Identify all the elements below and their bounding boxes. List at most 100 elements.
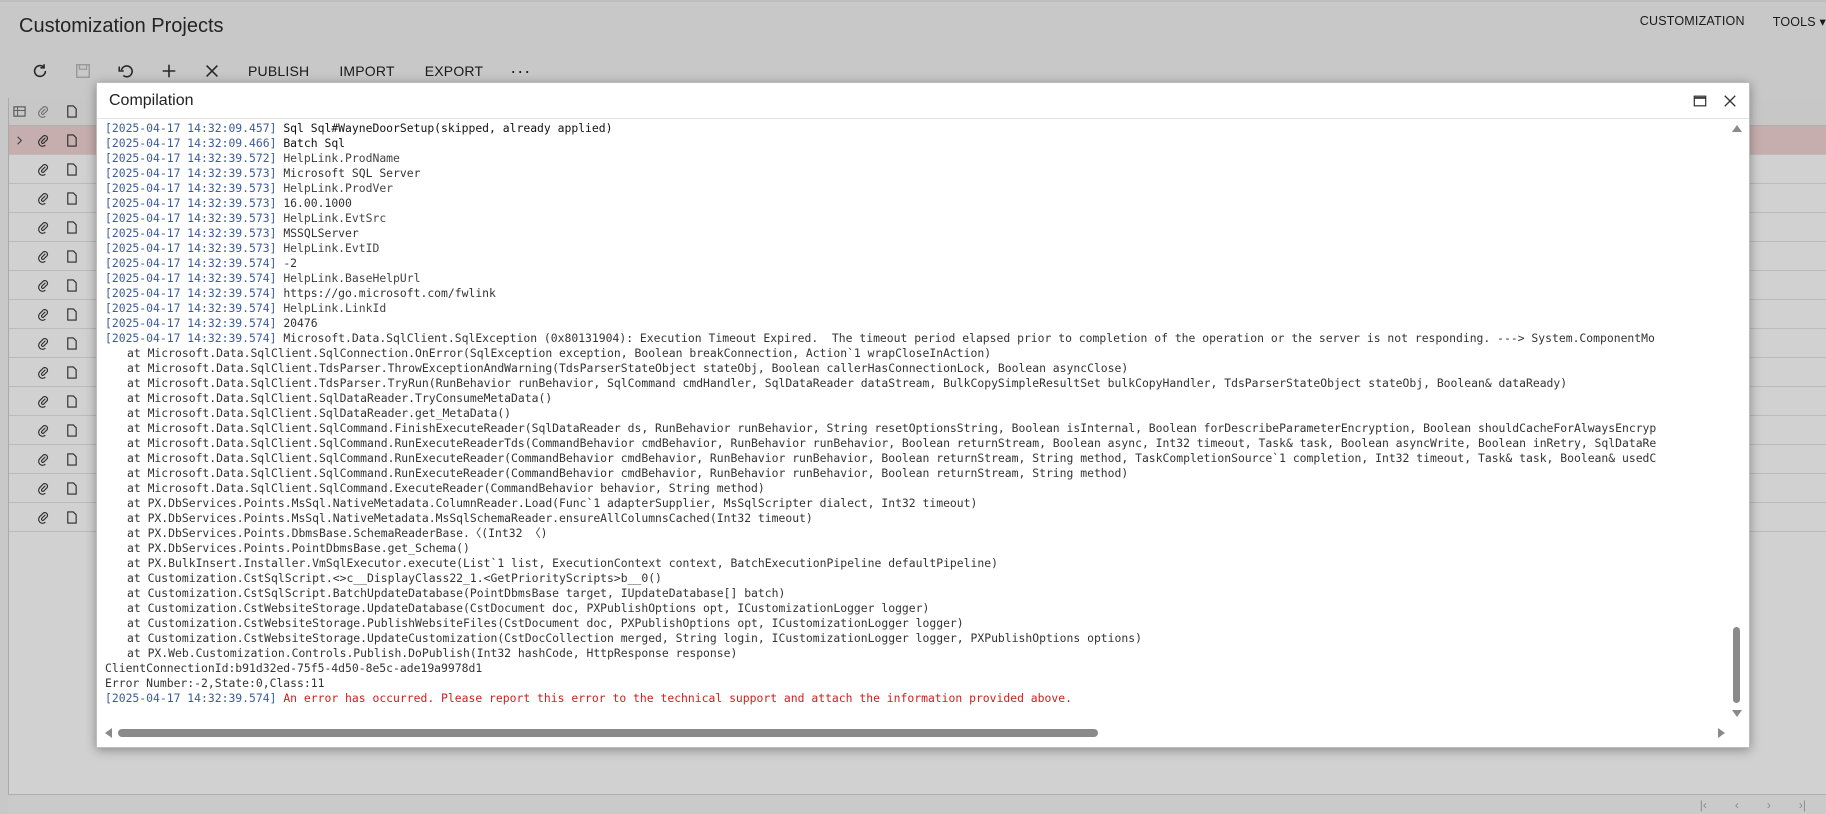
log-line: Error Number:-2,State:0,Class:11	[105, 676, 1725, 691]
log-timestamp: [2025-04-17 14:32:39.573]	[105, 181, 277, 195]
log-line: at PX.DbServices.Points.MsSql.NativeMeta…	[105, 496, 1725, 511]
log-line: at PX.DbServices.Points.PointDbmsBase.ge…	[105, 541, 1725, 556]
log-line: at PX.BulkInsert.Installer.VmSqlExecutor…	[105, 556, 1725, 571]
horizontal-scrollbar[interactable]	[105, 727, 1725, 739]
log-line: at Microsoft.Data.SqlClient.TdsParser.Tr…	[105, 376, 1725, 391]
log-line: at Microsoft.Data.SqlClient.SqlDataReade…	[105, 391, 1725, 406]
scroll-right-icon[interactable]	[1718, 728, 1725, 738]
log-line: [2025-04-17 14:32:39.573] 16.00.1000	[105, 196, 1725, 211]
log-message: at PX.DbServices.Points.MsSql.NativeMeta…	[127, 496, 978, 510]
log-line: at Microsoft.Data.SqlClient.TdsParser.Th…	[105, 361, 1725, 376]
log-message: at Customization.CstWebsiteStorage.Publi…	[127, 616, 964, 630]
log-line: [2025-04-17 14:32:39.574] 20476	[105, 316, 1725, 331]
log-line: [2025-04-17 14:32:39.573] HelpLink.ProdV…	[105, 181, 1725, 196]
log-timestamp: [2025-04-17 14:32:39.573]	[105, 241, 277, 255]
log-message: at Microsoft.Data.SqlClient.SqlCommand.R…	[127, 436, 1657, 450]
vertical-scroll-thumb[interactable]	[1733, 627, 1740, 703]
log-line: [2025-04-17 14:32:39.573] Microsoft SQL …	[105, 166, 1725, 181]
log-line: at Customization.CstWebsiteStorage.Updat…	[105, 631, 1725, 646]
log-message: at PX.DbServices.Points.DbmsBase.SchemaR…	[127, 526, 548, 540]
log-line: [2025-04-17 14:32:39.574] Microsoft.Data…	[105, 331, 1725, 346]
log-message: at Customization.CstSqlScript.<>c__Displ…	[127, 571, 662, 585]
log-timestamp: [2025-04-17 14:32:39.573]	[105, 166, 277, 180]
close-icon[interactable]	[1721, 92, 1739, 110]
log-line: [2025-04-17 14:32:39.574] HelpLink.LinkI…	[105, 301, 1725, 316]
log-message: ClientConnectionId:b91d32ed-75f5-4d50-8e…	[105, 661, 483, 675]
log-timestamp: [2025-04-17 14:32:09.466]	[105, 136, 277, 150]
log-message: at Microsoft.Data.SqlClient.TdsParser.Th…	[127, 361, 1129, 375]
log-message: at Customization.CstSqlScript.BatchUpdat…	[127, 586, 786, 600]
log-message: at PX.BulkInsert.Installer.VmSqlExecutor…	[127, 556, 998, 570]
dialog-title: Compilation	[109, 91, 194, 109]
log-line: at Microsoft.Data.SqlClient.SqlCommand.R…	[105, 451, 1725, 466]
log-line: at Microsoft.Data.SqlClient.SqlCommand.R…	[105, 466, 1725, 481]
scroll-down-icon[interactable]	[1732, 710, 1742, 717]
log-timestamp: [2025-04-17 14:32:39.574]	[105, 316, 277, 330]
log-timestamp: [2025-04-17 14:32:39.574]	[105, 271, 277, 285]
log-line: [2025-04-17 14:32:39.574] -2	[105, 256, 1725, 271]
log-line: at Customization.CstSqlScript.<>c__Displ…	[105, 571, 1725, 586]
log-message: https://go.microsoft.com/fwlink	[283, 286, 496, 300]
log-line: [2025-04-17 14:32:09.457] Sql Sql#WayneD…	[105, 121, 1725, 136]
log-message: at PX.DbServices.Points.MsSql.NativeMeta…	[127, 511, 813, 525]
log-message: -2	[283, 256, 298, 270]
dialog-header: Compilation	[97, 83, 1749, 119]
log-line: [2025-04-17 14:32:39.573] HelpLink.EvtSr…	[105, 211, 1725, 226]
log-timestamp: [2025-04-17 14:32:39.574]	[105, 331, 277, 345]
log-message: Sql Sql#WayneDoorSetup(skipped, already …	[283, 121, 613, 135]
log-line: [2025-04-17 14:32:39.574] An error has o…	[105, 691, 1725, 706]
log-message: Microsoft SQL Server	[283, 166, 421, 180]
log-timestamp: [2025-04-17 14:32:39.574]	[105, 256, 277, 270]
log-message: Batch Sql	[283, 136, 346, 150]
maximize-icon[interactable]	[1691, 92, 1709, 110]
log-message: at Microsoft.Data.SqlClient.SqlCommand.R…	[127, 466, 1129, 480]
log-line: [2025-04-17 14:32:39.574] https://go.mic…	[105, 286, 1725, 301]
log-line: at Microsoft.Data.SqlClient.SqlConnectio…	[105, 346, 1725, 361]
log-line: ClientConnectionId:b91d32ed-75f5-4d50-8e…	[105, 661, 1725, 676]
log-line: at Microsoft.Data.SqlClient.SqlCommand.E…	[105, 481, 1725, 496]
log-line: [2025-04-17 14:32:39.573] MSSQLServer	[105, 226, 1725, 241]
log-message: at Microsoft.Data.SqlClient.SqlDataReade…	[127, 391, 553, 405]
log-message: at Customization.CstWebsiteStorage.Updat…	[127, 631, 1142, 645]
log-line: at PX.DbServices.Points.MsSql.NativeMeta…	[105, 511, 1725, 526]
log-message: at Microsoft.Data.SqlClient.SqlCommand.F…	[127, 421, 1657, 435]
log-timestamp: [2025-04-17 14:32:39.573]	[105, 211, 277, 225]
log-message: 16.00.1000	[283, 196, 352, 210]
log-message: at Customization.CstWebsiteStorage.Updat…	[127, 601, 930, 615]
log-line: at PX.DbServices.Points.DbmsBase.SchemaR…	[105, 526, 1725, 541]
log-message: HelpLink.ProdName	[283, 151, 400, 165]
log-timestamp: [2025-04-17 14:32:39.572]	[105, 151, 277, 165]
log-line: [2025-04-17 14:32:39.573] HelpLink.EvtID	[105, 241, 1725, 256]
log-message: Error Number:-2,State:0,Class:11	[105, 676, 325, 690]
log-line: [2025-04-17 14:32:09.466] Batch Sql	[105, 136, 1725, 151]
compilation-log[interactable]: [2025-04-17 14:32:09.457] Sql Sql#WayneD…	[105, 121, 1725, 719]
log-message: HelpLink.LinkId	[283, 301, 387, 315]
log-timestamp: [2025-04-17 14:32:39.573]	[105, 226, 277, 240]
log-line: at Customization.CstWebsiteStorage.Publi…	[105, 616, 1725, 631]
vertical-scrollbar[interactable]	[1731, 121, 1743, 721]
log-message: HelpLink.EvtSrc	[283, 211, 387, 225]
log-timestamp: [2025-04-17 14:32:39.574]	[105, 691, 277, 705]
dialog-controls	[1691, 92, 1739, 110]
log-message: at Microsoft.Data.SqlClient.SqlConnectio…	[127, 346, 992, 360]
log-line: [2025-04-17 14:32:39.572] HelpLink.ProdN…	[105, 151, 1725, 166]
scroll-up-icon[interactable]	[1732, 125, 1742, 132]
log-line: at Microsoft.Data.SqlClient.SqlDataReade…	[105, 406, 1725, 421]
log-message: at Microsoft.Data.SqlClient.SqlCommand.E…	[127, 481, 765, 495]
log-timestamp: [2025-04-17 14:32:09.457]	[105, 121, 277, 135]
log-message: HelpLink.EvtID	[283, 241, 380, 255]
log-message: at PX.DbServices.Points.PointDbmsBase.ge…	[127, 541, 470, 555]
log-message: MSSQLServer	[283, 226, 359, 240]
log-line: [2025-04-17 14:32:39.574] HelpLink.BaseH…	[105, 271, 1725, 286]
log-line: at Customization.CstSqlScript.BatchUpdat…	[105, 586, 1725, 601]
log-message: HelpLink.BaseHelpUrl	[283, 271, 421, 285]
log-timestamp: [2025-04-17 14:32:39.573]	[105, 196, 277, 210]
compilation-dialog: Compilation [2025-04-17 14:32:09.457] Sq…	[96, 82, 1750, 748]
horizontal-scroll-thumb[interactable]	[118, 729, 1098, 737]
log-message: An error has occurred. Please report thi…	[283, 691, 1072, 705]
log-line: at Microsoft.Data.SqlClient.SqlCommand.R…	[105, 436, 1725, 451]
log-message: at Microsoft.Data.SqlClient.TdsParser.Tr…	[127, 376, 1568, 390]
log-message: at PX.Web.Customization.Controls.Publish…	[127, 646, 738, 660]
log-message: at Microsoft.Data.SqlClient.SqlDataReade…	[127, 406, 512, 420]
scroll-left-icon[interactable]	[105, 728, 112, 738]
